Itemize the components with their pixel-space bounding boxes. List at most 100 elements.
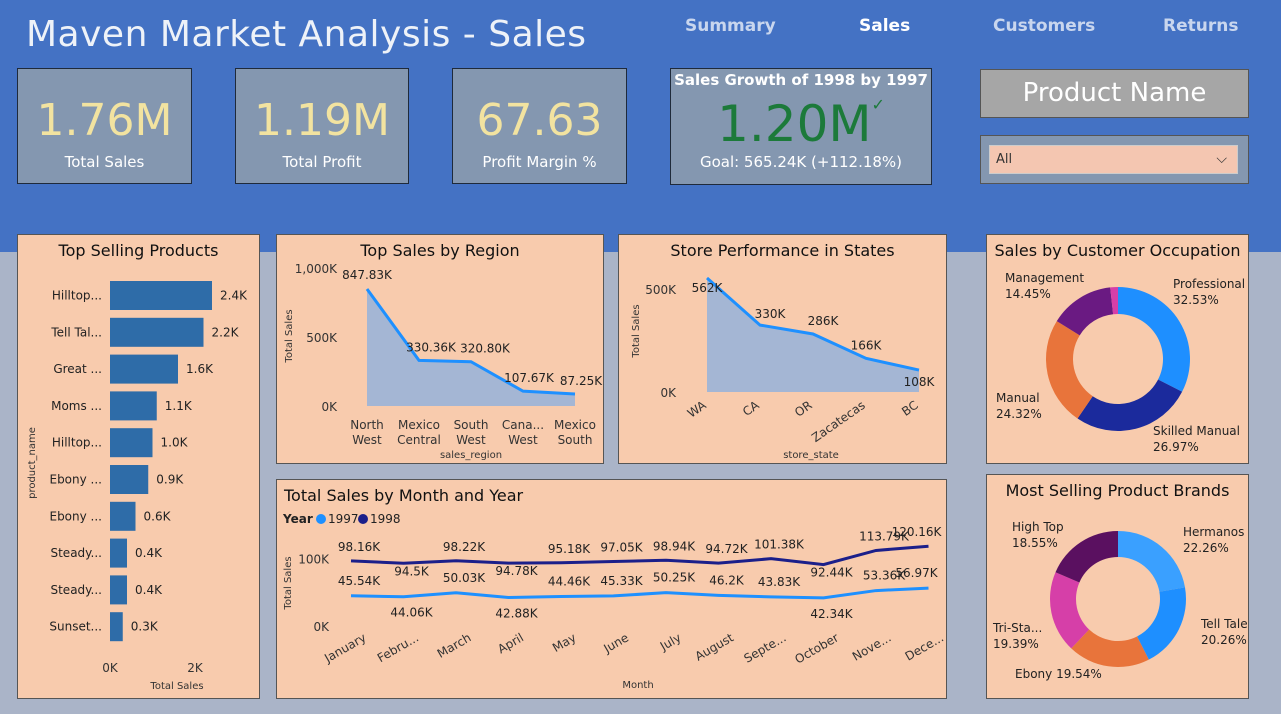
nav-sales[interactable]: Sales: [859, 16, 910, 36]
data-label: 120.16K: [892, 525, 943, 539]
slice-name-label: Manual: [996, 391, 1040, 405]
slice-pct-label: 26.97%: [1153, 440, 1199, 454]
data-label: 44.06K: [390, 606, 433, 620]
bar: [110, 281, 212, 310]
bar-category-label: Ebony ...: [49, 473, 102, 487]
y-tick-label: 0K: [313, 620, 330, 634]
bar-category-label: Ebony ...: [49, 509, 102, 523]
top-selling-products-chart: Hilltop... 2.4K Tell Tal... 2.2K Great ... 1.…: [27, 281, 248, 692]
bar: [110, 354, 178, 384]
customer-occupation-panel: Sales by Customer Occupation Professiona…: [986, 234, 1249, 464]
donut-slice: [1046, 321, 1093, 419]
store-performance-panel: Store Performance in States 562K 330K 286K…: [618, 234, 947, 464]
donut-slice: [1118, 531, 1185, 592]
kpi-total-sales-label: Total Sales: [64, 153, 145, 171]
top-selling-products-panel: Top Selling Products Hilltop... 2.4K Tell …: [17, 234, 260, 699]
data-label: 45.54K: [338, 574, 381, 588]
chevron-down-icon[interactable]: ⌵: [1216, 146, 1227, 173]
x-tick-label: Febru...: [375, 630, 421, 665]
y-tick-label: 500K: [645, 283, 677, 297]
x-tick-label: Mexico: [398, 418, 440, 432]
bar-category-label: Sunset...: [49, 620, 102, 634]
nav-returns[interactable]: Returns: [1163, 16, 1238, 36]
slice-name-label: High Top: [1012, 520, 1064, 534]
slice-pct-label: 22.26%: [1183, 541, 1229, 555]
kpi-profit-margin: 67.63 Profit Margin %: [452, 68, 627, 184]
slice-pct-label: 19.39%: [993, 637, 1039, 651]
product-name-title: Product Name: [980, 69, 1249, 118]
data-label: 97.05K: [600, 541, 643, 555]
y-tick-label: 0K: [321, 400, 338, 414]
bar-category-label: Great ...: [53, 362, 102, 376]
data-label: 56.97K: [895, 566, 938, 580]
growth-goal: Goal: 565.24K (+112.18%): [699, 153, 903, 171]
legend-title: Year: [282, 512, 313, 526]
x-axis-title: sales_region: [440, 450, 502, 461]
monthly-sales-panel: Total Sales by Month and Year Year 1997 19…: [276, 479, 947, 699]
kpi-profit-margin-value: 67.63: [476, 95, 603, 146]
kpi-total-profit: 1.19M Total Profit: [235, 68, 409, 184]
bar-category-label: Hilltop...: [52, 289, 102, 303]
x-tick-label: June: [600, 630, 631, 656]
top-sales-region-panel: Top Sales by Region 847.83K 330.36K 320.80…: [276, 234, 604, 464]
x-tick-label: 2K: [187, 661, 204, 675]
product-brands-chart: Hermanos 22.26% Tell Tale 20.26% Ebony 19.54…: [992, 520, 1248, 681]
kpi-total-profit-label: Total Profit: [282, 153, 362, 171]
data-label: 108K: [904, 375, 936, 389]
y-axis-title: Total Sales: [284, 309, 295, 363]
legend-marker: [316, 514, 326, 524]
data-label: 847.83K: [342, 268, 393, 282]
bar: [110, 391, 157, 421]
x-tick-label: North: [350, 418, 384, 432]
bar-data-label: 0.3K: [131, 620, 159, 634]
slice-pct-label: 14.45%: [1005, 287, 1051, 301]
data-label: 94.72K: [705, 542, 748, 556]
x-tick-label: Zacatecas: [809, 398, 868, 445]
slice-name-label: Professional: [1173, 277, 1245, 291]
bar-data-label: 2.2K: [212, 325, 240, 339]
kpi-total-profit-value: 1.19M: [254, 95, 390, 146]
slice-pct-label: 20.26%: [1201, 633, 1247, 647]
kpi-profit-margin-label: Profit Margin %: [482, 153, 597, 171]
y-axis-title: Total Sales: [631, 304, 642, 358]
bar-category-label: Steady...: [50, 583, 102, 597]
y-tick-label: 500K: [306, 331, 338, 345]
slice-name-label: Management: [1005, 271, 1084, 285]
x-tick-label: January: [321, 630, 368, 665]
product-brands-panel: Most Selling Product Brands Hermanos 22.2…: [986, 474, 1249, 699]
data-label: 94.78K: [495, 564, 538, 578]
growth-title: Sales Growth of 1998 by 1997: [674, 71, 928, 89]
donut-slice: [1055, 531, 1118, 583]
x-tick-label: Mexico: [554, 418, 596, 432]
data-label: 98.94K: [653, 539, 696, 553]
x-tick-label: WA: [685, 398, 710, 421]
x-tick-label: Nove...: [850, 630, 894, 663]
nav-summary[interactable]: Summary: [685, 16, 776, 36]
y-tick-label: 1,000K: [295, 262, 338, 276]
data-label: 98.16K: [338, 540, 381, 554]
product-name-dropdown[interactable]: All ⌵: [989, 145, 1238, 174]
donut-slice: [1137, 587, 1186, 660]
data-label: 166K: [851, 338, 883, 352]
data-label: 44.46K: [548, 574, 591, 588]
x-tick-label: 0K: [102, 661, 119, 675]
bar: [110, 612, 123, 642]
legend-marker: [358, 514, 368, 524]
data-label: 45.33K: [600, 574, 643, 588]
legend-label: 1997: [328, 512, 359, 526]
data-label: 43.83K: [758, 575, 801, 589]
slice-pct-label: 24.32%: [996, 407, 1042, 421]
slice-pct-label: 18.55%: [1012, 536, 1058, 550]
data-label: 50.03K: [443, 571, 486, 585]
page-title: Maven Market Analysis - Sales: [26, 14, 587, 55]
x-tick-label: CA: [740, 398, 762, 419]
y-axis-title: Total Sales: [283, 556, 294, 610]
slice-name-label: Tri-Sta...: [992, 621, 1042, 635]
x-tick-label: Septe...: [742, 630, 789, 665]
slice-name-label: Hermanos: [1183, 525, 1244, 539]
nav-customers[interactable]: Customers: [993, 16, 1095, 36]
bar-data-label: 0.4K: [135, 583, 163, 597]
data-label: 101.38K: [754, 538, 805, 552]
x-tick-label: August: [693, 630, 737, 663]
data-label: 94.5K: [394, 564, 430, 578]
